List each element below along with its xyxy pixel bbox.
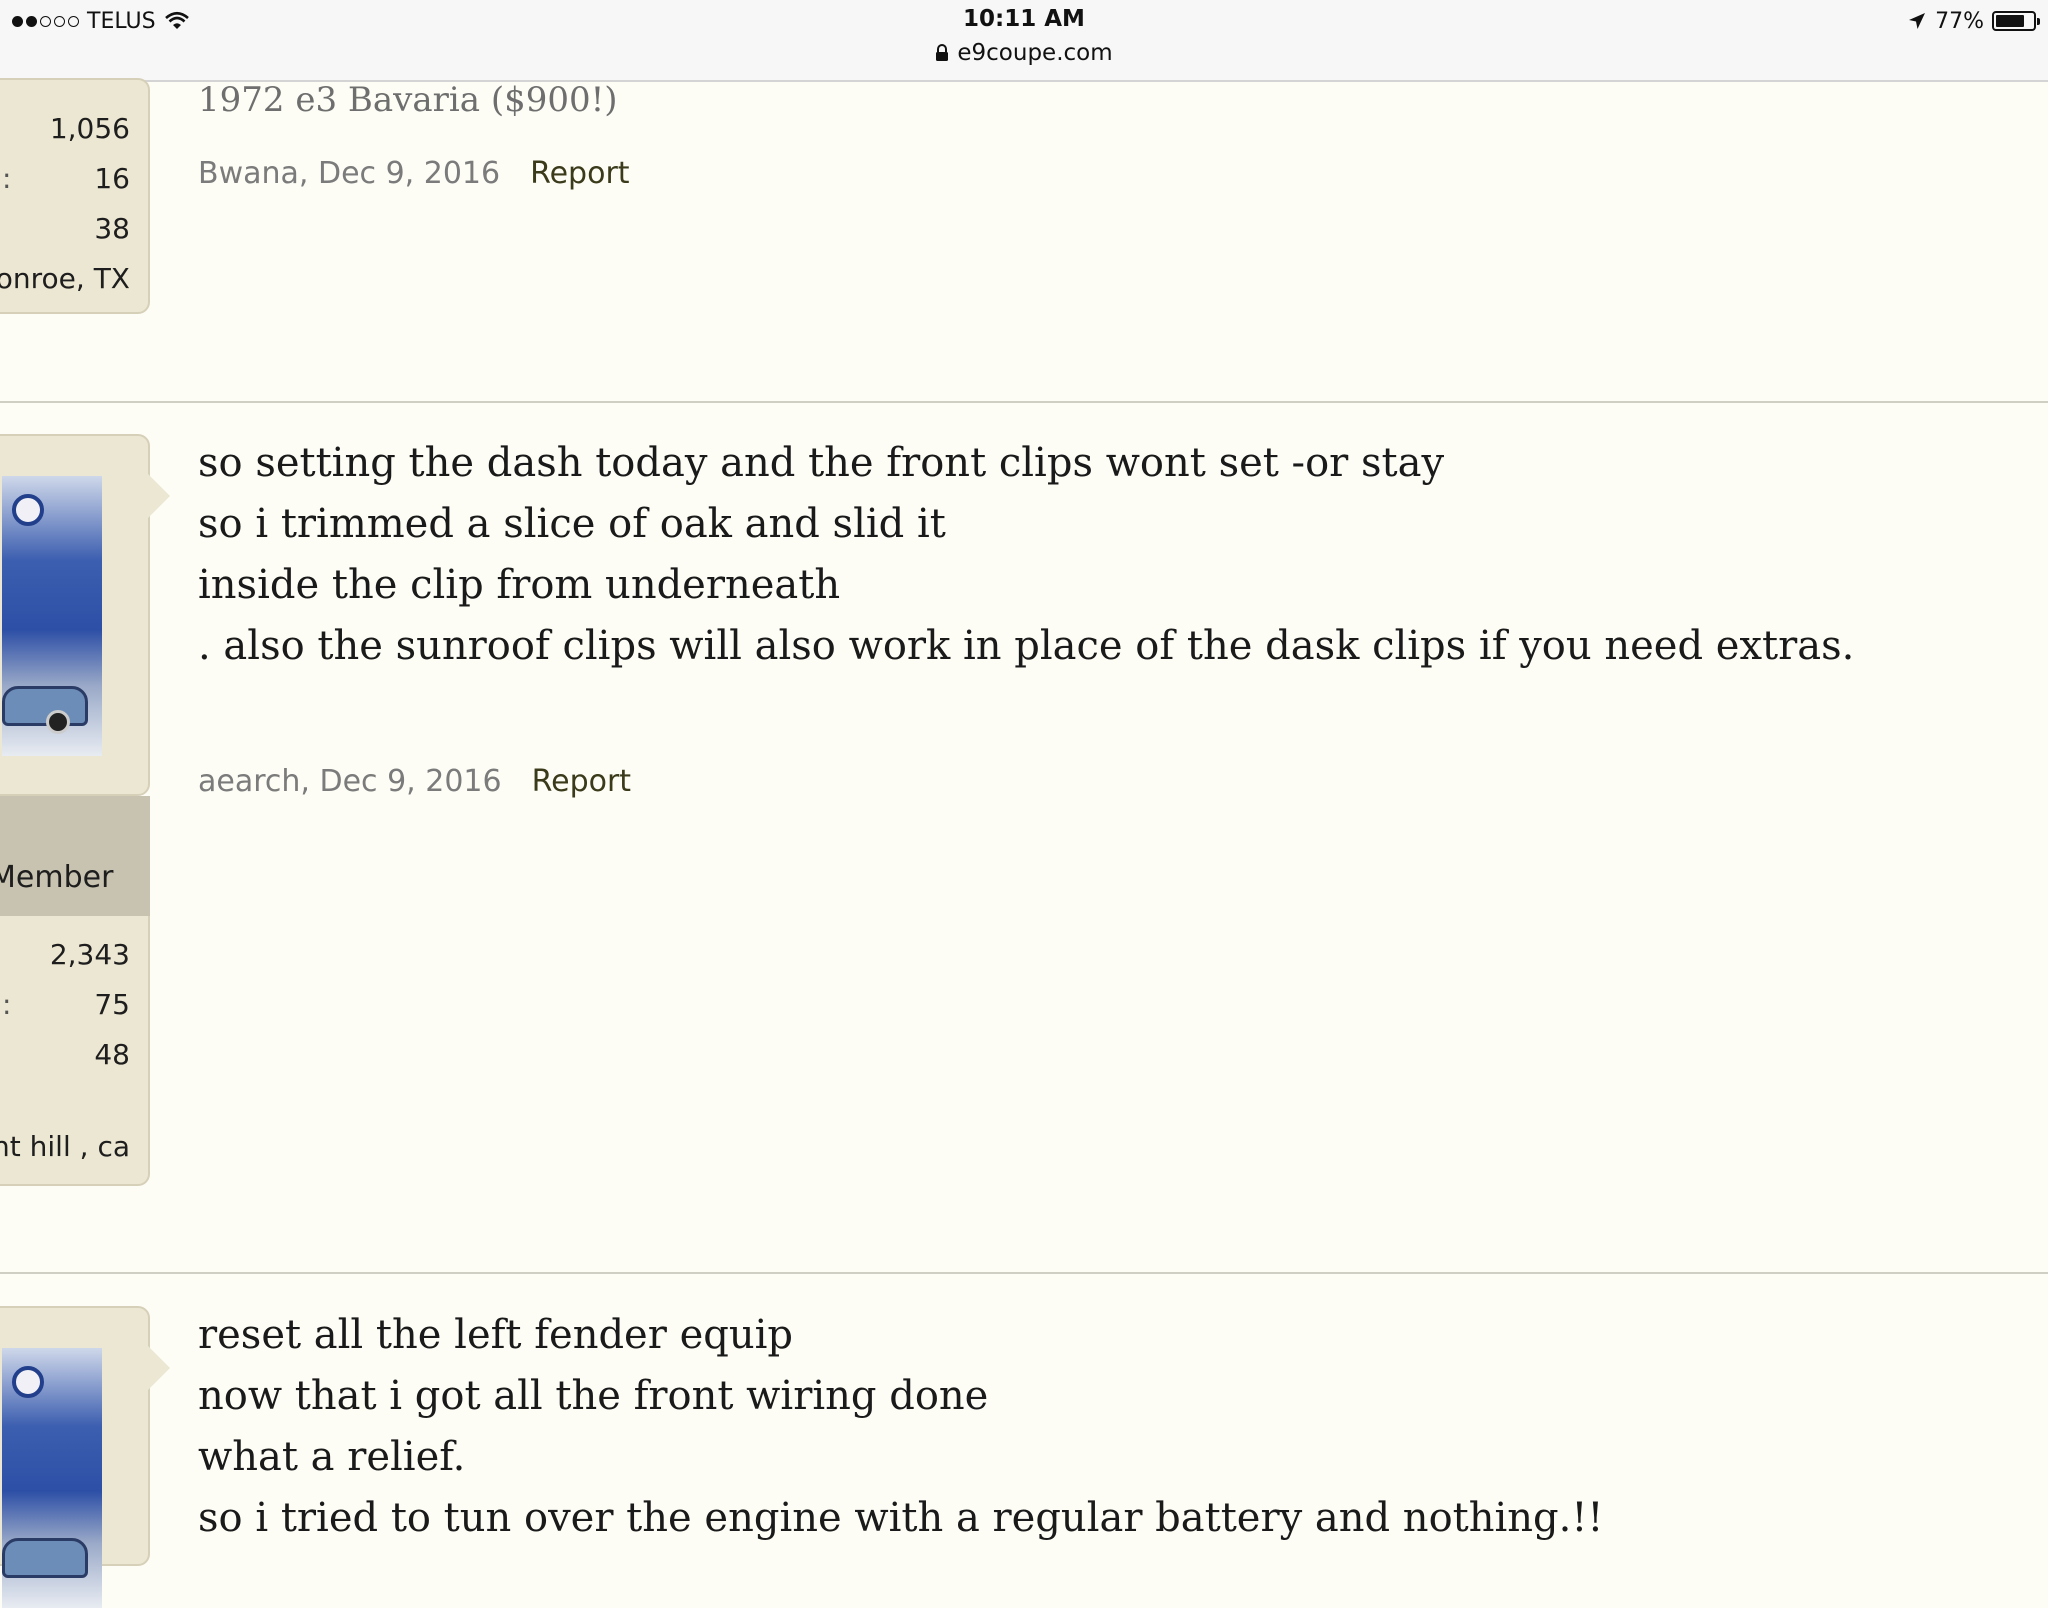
battery-icon xyxy=(1992,11,2040,31)
user-stat-messages: 2,343 xyxy=(49,938,130,971)
post-line: so setting the dash today and the front … xyxy=(198,440,1445,486)
avatar-pointer xyxy=(148,1346,170,1390)
user-stat-points: 38 xyxy=(94,212,130,245)
url-text: e9coupe.com xyxy=(957,40,1113,66)
post-line: so i tried to tun over the engine with a… xyxy=(198,1495,1604,1541)
avatar-frame xyxy=(0,434,170,796)
battery-percent: 77% xyxy=(1935,8,1984,34)
lock-icon xyxy=(936,44,949,61)
post-line: reset all the left fender equip xyxy=(198,1312,793,1358)
post-body: so setting the dash today and the front … xyxy=(198,433,1854,677)
post-author[interactable]: Bwana xyxy=(198,156,299,191)
user-stat-messages: 1,056 xyxy=(49,112,130,145)
user-stat-points: 48 xyxy=(94,1038,130,1071)
post-line: what a relief. xyxy=(198,1434,466,1480)
stat-colon: : xyxy=(2,988,12,1021)
user-info-panel: 1,056 : 16 38 Conroe, TX xyxy=(0,78,150,314)
post-author-date[interactable]: Bwana, Dec 9, 2016 xyxy=(198,156,500,191)
avatar-frame xyxy=(0,1306,170,1608)
post-author-date[interactable]: aearch, Dec 9, 2016 xyxy=(198,764,502,799)
report-link[interactable]: Report xyxy=(530,156,629,191)
clock: 10:11 AM xyxy=(963,6,1085,32)
avatar[interactable] xyxy=(2,476,102,756)
user-location: Conroe, TX xyxy=(0,262,130,295)
post-date[interactable]: Dec 9, 2016 xyxy=(320,764,502,799)
report-link[interactable]: Report xyxy=(532,764,631,799)
user-location: nt hill , ca xyxy=(0,1130,130,1163)
user-stat-likes: 75 xyxy=(94,988,130,1021)
post-line: inside the clip from underneath xyxy=(198,562,841,608)
post-signature: 1972 e3 Bavaria ($900!) xyxy=(198,80,618,120)
user-info-panel: 2,343 : 75 48 nt hill , ca xyxy=(0,916,150,1186)
address-bar[interactable]: e9coupe.com xyxy=(0,40,2048,66)
status-bar: TELUS 10:11 AM e9coupe.com 77% xyxy=(0,0,2048,82)
stat-colon: : xyxy=(2,162,12,195)
user-rank: Member xyxy=(0,860,114,895)
post-body: reset all the left fender equip now that … xyxy=(198,1305,1604,1549)
status-right: 77% xyxy=(1907,6,2040,36)
post-meta: Bwana, Dec 9, 2016 Report xyxy=(198,156,630,191)
post-line: now that i got all the front wiring done xyxy=(198,1373,989,1419)
post-line: . also the sunroof clips will also work … xyxy=(198,623,1855,669)
post-date[interactable]: Dec 9, 2016 xyxy=(318,156,500,191)
post-divider xyxy=(0,1272,2048,1274)
post-meta: aearch, Dec 9, 2016 Report xyxy=(198,764,631,799)
avatar-pointer xyxy=(148,474,170,518)
post-line: so i trimmed a slice of oak and slid it xyxy=(198,501,946,547)
avatar[interactable] xyxy=(2,1348,102,1608)
user-rank-band: Member xyxy=(0,796,150,916)
user-stat-likes: 16 xyxy=(94,162,130,195)
location-arrow-icon xyxy=(1909,13,1926,29)
post-divider xyxy=(0,401,2048,403)
post-author[interactable]: aearch xyxy=(198,764,300,799)
